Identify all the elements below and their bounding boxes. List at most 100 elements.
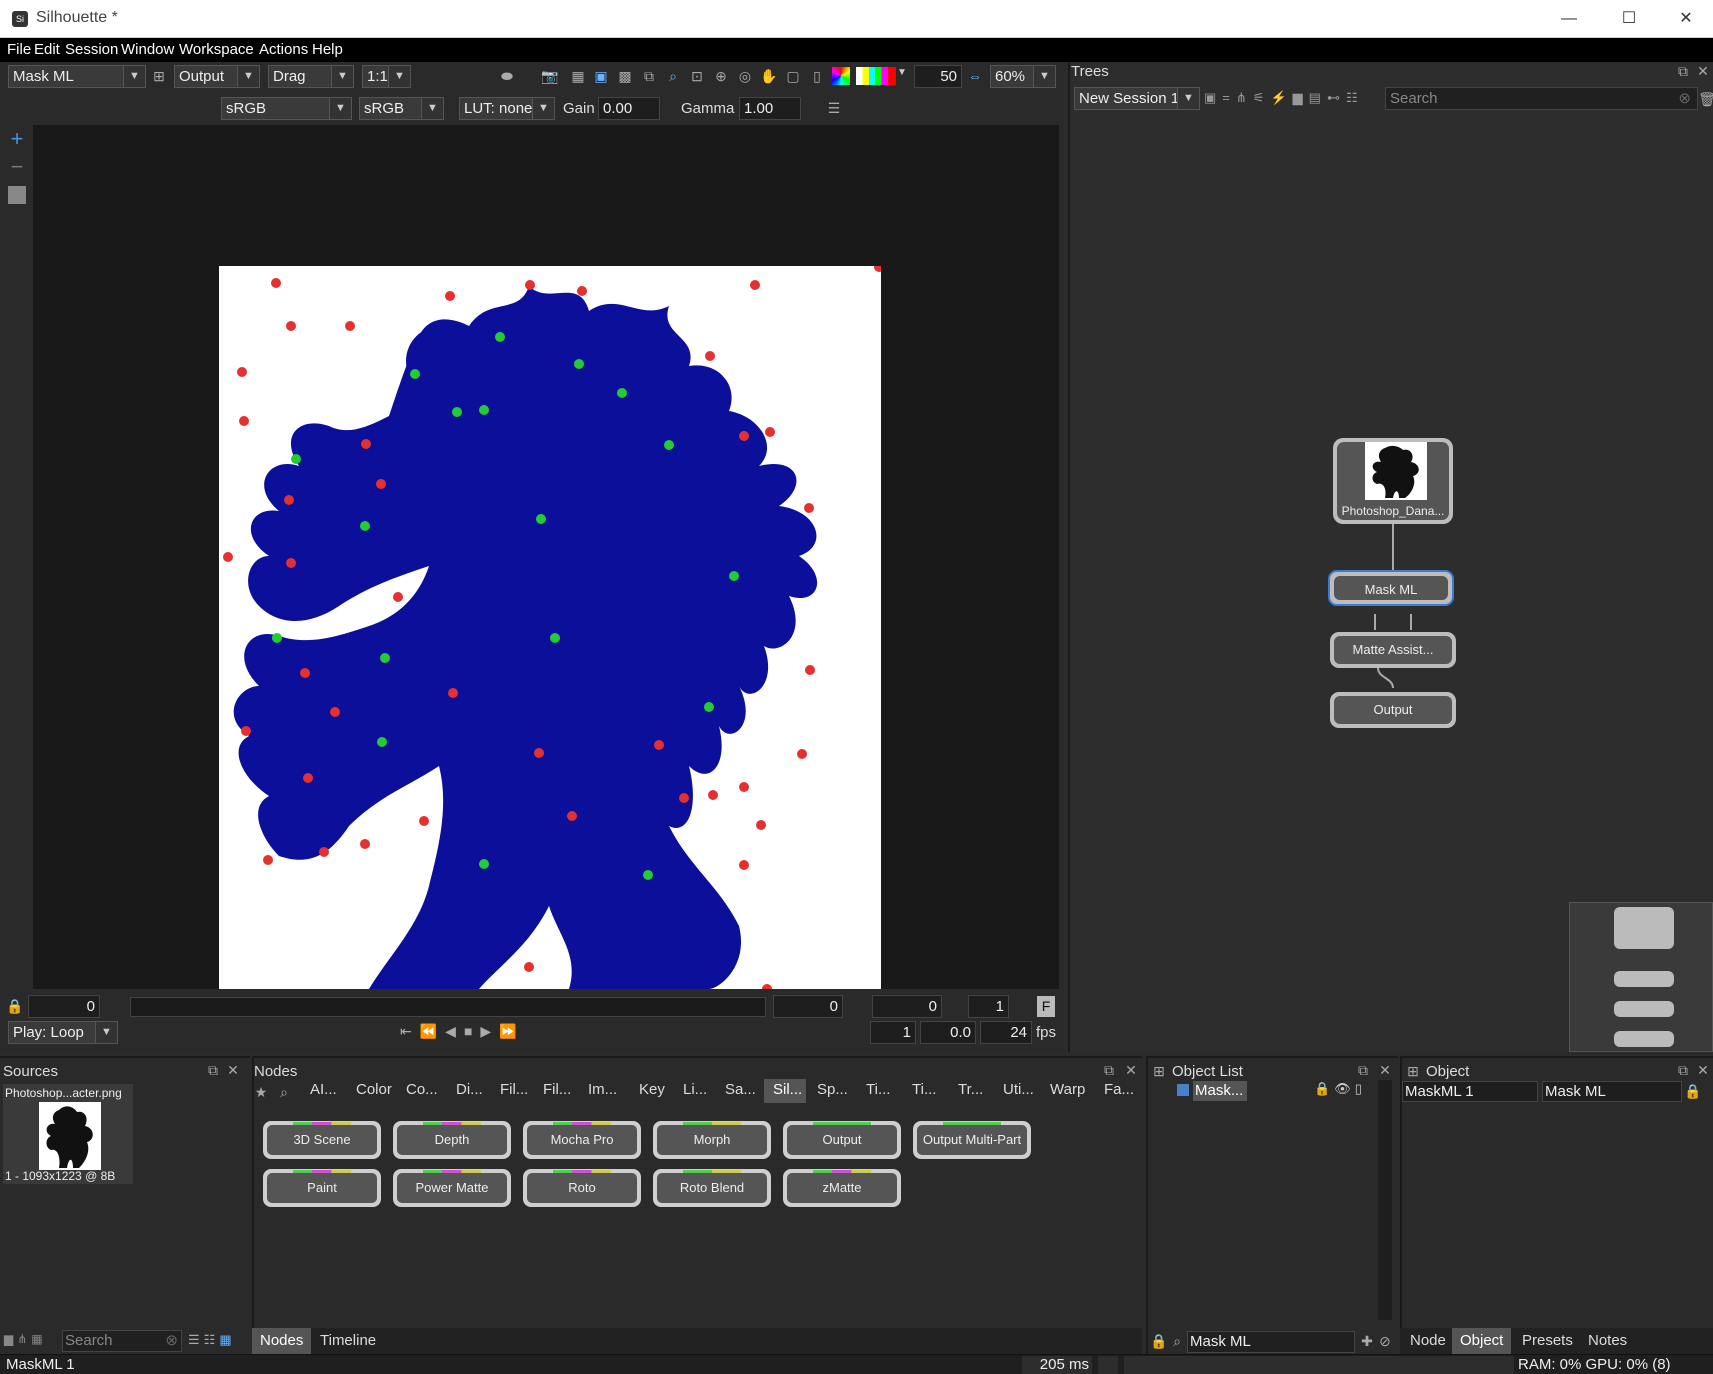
category-distort[interactable]: Di... — [456, 1081, 483, 1098]
zoom-in-icon[interactable]: + — [8, 128, 26, 150]
negative-point[interactable] — [750, 280, 760, 290]
menu-file[interactable]: File — [7, 41, 31, 58]
category-sapphire[interactable]: Sa... — [725, 1081, 756, 1098]
ratio-select[interactable]: 1:1 ▼ — [362, 65, 411, 88]
folder-icon[interactable]: ▆ — [1293, 90, 1309, 105]
colorspace-out-select[interactable]: sRGB ▼ — [359, 97, 444, 120]
square-tool-icon[interactable] — [8, 186, 26, 204]
clear-search-icon[interactable]: ⊗ — [1678, 88, 1691, 109]
positive-point[interactable] — [643, 870, 653, 880]
link-icon[interactable]: ⚟ — [1253, 90, 1271, 105]
close-panel-icon[interactable]: ✕ — [1122, 1061, 1140, 1079]
negative-point[interactable] — [286, 321, 296, 331]
negative-point[interactable] — [534, 748, 544, 758]
negative-point[interactable] — [654, 740, 664, 750]
current-frame-b-field[interactable]: 0 — [872, 995, 942, 1018]
negative-point[interactable] — [263, 855, 273, 865]
zoom-select[interactable]: 60% ▼ — [990, 65, 1056, 88]
tree-node-maskml[interactable]: Mask ML — [1328, 570, 1454, 606]
positive-point[interactable] — [272, 633, 282, 643]
node-roto[interactable]: Roto — [523, 1169, 641, 1207]
object-color-swatch[interactable] — [1177, 1084, 1189, 1096]
mode-select[interactable]: Drag ▼ — [268, 65, 354, 88]
region-icon[interactable]: ⊡ — [688, 67, 706, 85]
node-select[interactable]: Mask ML ▼ — [8, 65, 146, 88]
tab-object[interactable]: Object — [1452, 1328, 1512, 1354]
negative-point[interactable] — [739, 431, 749, 441]
node-output-multi-part[interactable]: Output Multi-Part — [913, 1121, 1031, 1159]
menu-window[interactable]: Window — [121, 41, 174, 58]
category-favorites[interactable]: Fa... — [1104, 1081, 1134, 1098]
settings-icon[interactable]: ☰ — [825, 99, 843, 117]
object-list-scrollbar[interactable] — [1378, 1080, 1392, 1320]
stop-icon[interactable]: ■ — [464, 1023, 480, 1039]
negative-point[interactable] — [525, 280, 535, 290]
category-filter-a[interactable]: Fil... — [500, 1081, 528, 1098]
add-view-icon[interactable]: ⊞ — [150, 67, 168, 85]
category-light[interactable]: Li... — [683, 1081, 707, 1098]
timeline-scrubber[interactable] — [130, 997, 766, 1017]
menu-edit[interactable]: Edit — [34, 41, 60, 58]
viewer-image[interactable] — [219, 266, 881, 989]
target-icon[interactable]: ◎ — [736, 67, 754, 85]
tree-node-source[interactable]: Photoshop_Dana... — [1333, 438, 1453, 524]
add-panel-icon[interactable]: ⊞ — [1150, 1062, 1168, 1080]
positive-point[interactable] — [291, 454, 301, 464]
grid-icon[interactable]: ▩ — [616, 67, 634, 85]
negative-point[interactable] — [765, 427, 775, 437]
node-mocha-pro[interactable]: Mocha Pro — [523, 1121, 641, 1159]
category-time[interactable]: Ti... — [866, 1081, 890, 1098]
positive-point[interactable] — [479, 405, 489, 415]
negative-point[interactable] — [448, 688, 458, 698]
source-item[interactable]: Photoshop...acter.png 1 - 1093x1223 @ 8B — [3, 1084, 133, 1184]
trees-search-input[interactable]: Search ⊗ — [1385, 87, 1698, 110]
float-panel-icon[interactable]: ⧉ — [1674, 62, 1692, 80]
negative-point[interactable] — [797, 749, 807, 759]
negative-point[interactable] — [805, 665, 815, 675]
positive-point[interactable] — [729, 571, 739, 581]
negative-point[interactable] — [239, 416, 249, 426]
list-icon[interactable]: ☷ — [1346, 90, 1364, 105]
folder-icon[interactable]: ▆ — [4, 1332, 17, 1346]
object-type-field[interactable]: Mask ML — [1542, 1081, 1682, 1102]
calendar-icon[interactable]: ▦ — [31, 1332, 46, 1346]
menu-session[interactable]: Session — [65, 41, 118, 58]
float-panel-icon[interactable]: ⧉ — [1100, 1061, 1118, 1079]
object-filter-input[interactable]: Mask ML — [1187, 1331, 1355, 1353]
negative-point[interactable] — [360, 839, 370, 849]
node-power-matte[interactable]: Power Matte — [393, 1169, 511, 1207]
favorites-icon[interactable]: ★ — [252, 1083, 270, 1101]
negative-point[interactable] — [319, 847, 329, 857]
play-back-icon[interactable]: ◀ — [445, 1023, 464, 1039]
negative-point[interactable] — [361, 439, 371, 449]
negative-point[interactable] — [762, 984, 772, 989]
negative-point[interactable] — [419, 816, 429, 826]
category-silhouette[interactable]: Sil... — [773, 1081, 802, 1098]
bolt-icon[interactable]: ⚡ — [1270, 90, 1292, 105]
positive-point[interactable] — [664, 440, 674, 450]
step-back-icon[interactable]: ⏪ — [420, 1023, 445, 1039]
list-view-icon[interactable]: ☰ — [188, 1332, 204, 1347]
negative-point[interactable] — [241, 726, 251, 736]
float-panel-icon[interactable]: ⧉ — [1674, 1061, 1692, 1079]
tab-nodes[interactable]: Nodes — [252, 1328, 312, 1354]
delete-icon[interactable]: 🗑 — [1698, 90, 1713, 108]
positive-point[interactable] — [550, 633, 560, 643]
positive-point[interactable] — [617, 388, 627, 398]
object-name-field[interactable]: MaskML 1 — [1402, 1081, 1538, 1102]
lock-icon[interactable]: 🔒 — [6, 997, 24, 1015]
negative-point[interactable] — [303, 773, 313, 783]
maximize-button[interactable]: ☐ — [1607, 4, 1651, 34]
node-paint[interactable]: Paint — [263, 1169, 381, 1207]
close-panel-icon[interactable]: ✕ — [1694, 62, 1712, 80]
menu-actions[interactable]: Actions — [259, 41, 308, 58]
negative-point[interactable] — [679, 793, 689, 803]
search-icon[interactable]: ⌕ — [1168, 1332, 1186, 1350]
negative-point[interactable] — [445, 291, 455, 301]
negative-point[interactable] — [739, 782, 749, 792]
monitor-icon[interactable]: ▣ — [592, 67, 610, 85]
play-mode-select[interactable]: Play: Loop ▼ — [8, 1021, 118, 1044]
chain-icon[interactable]: ⊷ — [1327, 90, 1346, 105]
category-transform[interactable]: Tr... — [958, 1081, 983, 1098]
add-panel-icon[interactable]: ⊞ — [1404, 1062, 1422, 1080]
